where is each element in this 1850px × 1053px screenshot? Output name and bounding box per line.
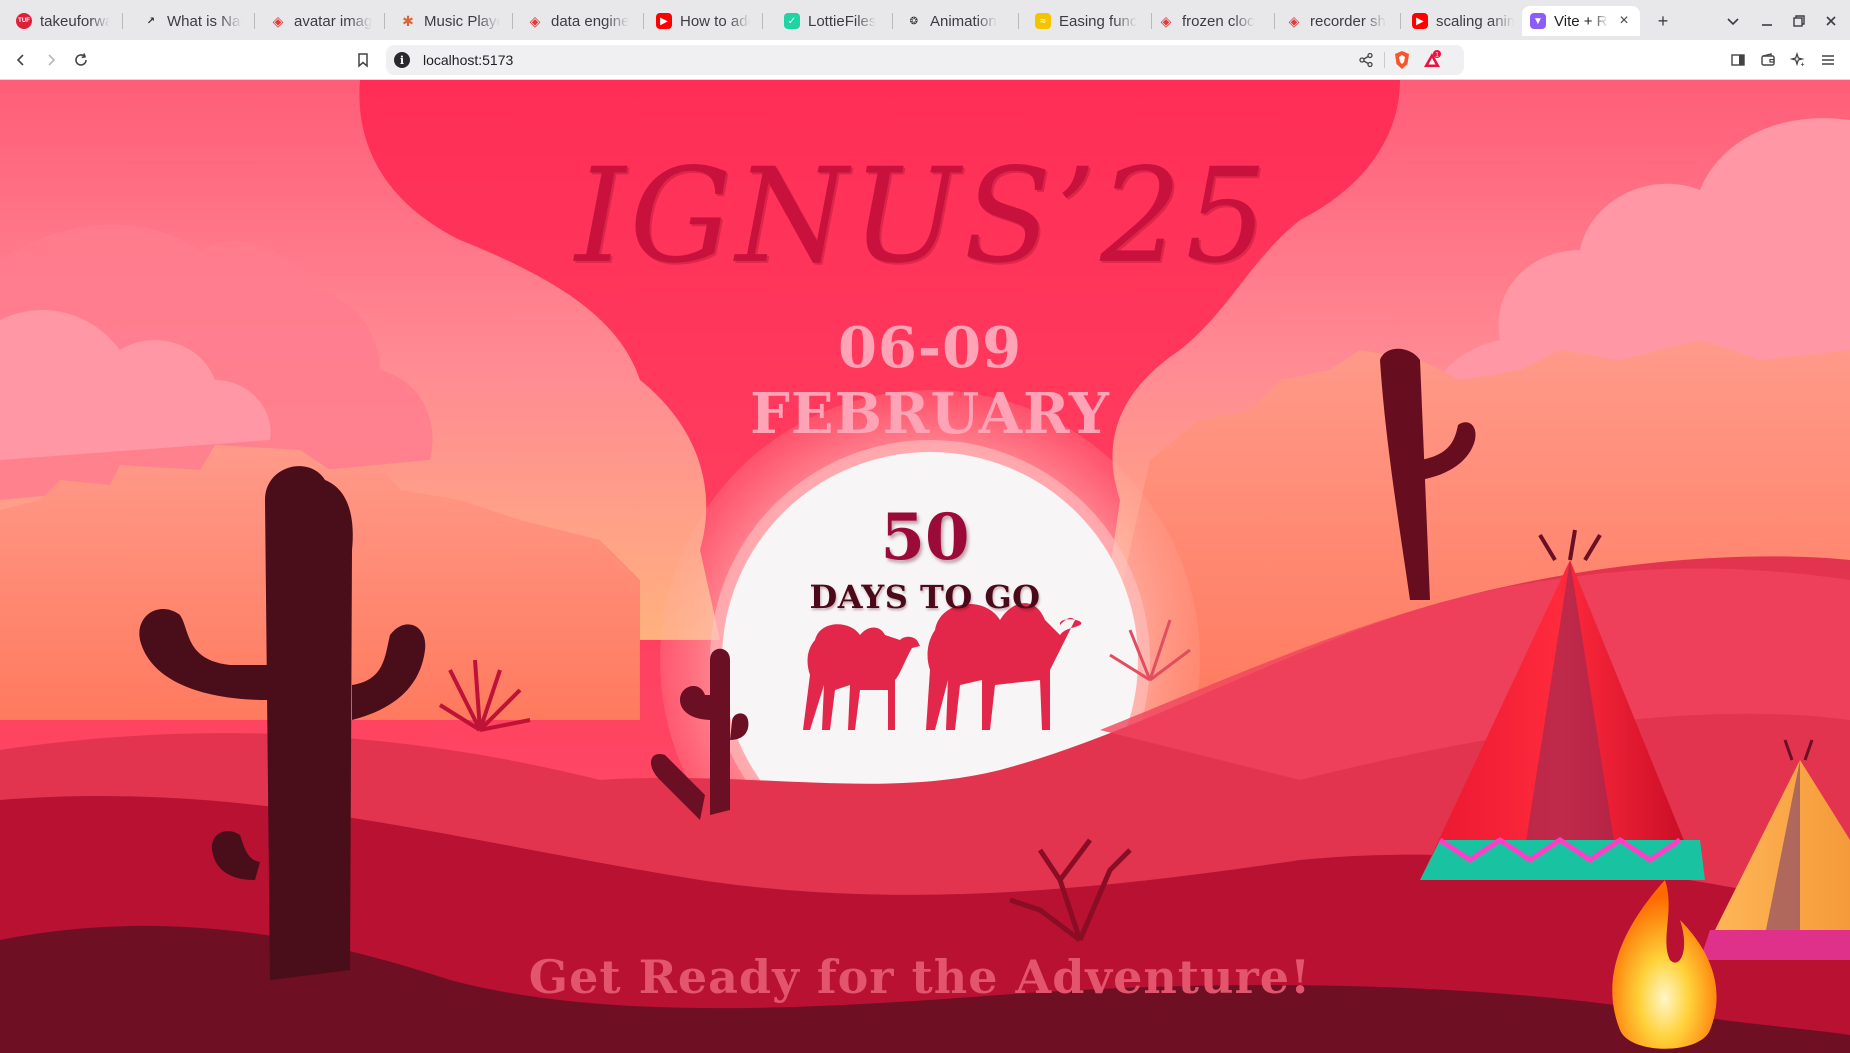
chart-line-icon: ↗ bbox=[146, 15, 156, 27]
brave-shield-icon: ◈ bbox=[529, 12, 541, 29]
tab-10[interactable]: ◈ frozen cloc bbox=[1150, 6, 1270, 36]
tab-8[interactable]: ❂ Animation bbox=[898, 6, 1014, 36]
tab-title: frozen cloc bbox=[1182, 12, 1255, 30]
tab-separator bbox=[762, 13, 763, 29]
address-bar[interactable]: i localhost:5173 1 bbox=[386, 45, 1464, 75]
youtube-icon: ▶ bbox=[656, 13, 672, 29]
tab-4[interactable]: ✱ Music Playe bbox=[392, 6, 508, 36]
sidebar-toggle-button[interactable] bbox=[1725, 48, 1751, 72]
leo-ai-button[interactable] bbox=[1785, 48, 1811, 72]
wallet-button[interactable] bbox=[1755, 48, 1781, 72]
tab-separator bbox=[122, 13, 123, 29]
sidebar-icon bbox=[1731, 54, 1745, 66]
tuf-icon: TUF bbox=[16, 13, 32, 29]
tab-search-chevron-icon[interactable] bbox=[1720, 8, 1746, 34]
tab-9[interactable]: ≈ Easing func bbox=[1027, 6, 1147, 36]
vite-icon: ▼ bbox=[1530, 13, 1546, 29]
tab-2[interactable]: ↗ What is Nat bbox=[135, 6, 250, 36]
new-tab-button[interactable]: + bbox=[1650, 8, 1676, 34]
brave-shield-icon: ◈ bbox=[272, 12, 284, 29]
tab-title: Easing func bbox=[1059, 12, 1138, 30]
tab-11[interactable]: ◈ recorder sh bbox=[1278, 6, 1396, 36]
tab-6[interactable]: ▶ How to add bbox=[648, 6, 758, 36]
tab-separator bbox=[1018, 13, 1019, 29]
brave-shield-icon: ◈ bbox=[1288, 12, 1300, 29]
forward-button[interactable] bbox=[38, 48, 64, 72]
tab-title: avatar imag bbox=[294, 12, 372, 30]
tab-title: scaling anim bbox=[1436, 12, 1514, 30]
wallet-icon bbox=[1761, 53, 1775, 66]
tab-title: How to add bbox=[680, 12, 750, 30]
tab-separator bbox=[892, 13, 893, 29]
lottie-icon: ✓ bbox=[784, 13, 800, 29]
reload-icon bbox=[75, 53, 87, 66]
tab-separator bbox=[643, 13, 644, 29]
tab-title: LottieFiles bbox=[808, 12, 877, 30]
arrow-right-icon bbox=[48, 54, 56, 66]
bookmark-icon bbox=[358, 53, 368, 68]
minimize-button[interactable] bbox=[1754, 8, 1780, 34]
brave-rewards-icon[interactable]: 1 bbox=[1422, 50, 1442, 70]
bookmark-button[interactable] bbox=[350, 48, 376, 72]
browser-toolbar: i localhost:5173 1 bbox=[0, 40, 1850, 80]
new-tab-label: + bbox=[1657, 10, 1669, 31]
tab-title: takeuforwa bbox=[40, 12, 110, 30]
tab-13[interactable]: ▼ Vite + R × bbox=[1522, 6, 1640, 36]
share-icon[interactable] bbox=[1356, 50, 1376, 70]
address-text[interactable]: localhost:5173 bbox=[423, 52, 513, 68]
back-button[interactable] bbox=[8, 48, 34, 72]
hamburger-icon bbox=[1822, 55, 1834, 65]
tab-12[interactable]: ▶ scaling anim bbox=[1404, 6, 1522, 36]
countdown-number: 50 bbox=[880, 500, 970, 575]
asterisk-icon: ✱ bbox=[402, 12, 414, 29]
tab-title: data engine bbox=[551, 12, 630, 30]
rewards-badge-count: 1 bbox=[1435, 52, 1439, 59]
sparkle-icon bbox=[1790, 52, 1805, 67]
tab-title: Music Playe bbox=[424, 12, 500, 30]
brave-shield-icon: ◈ bbox=[1160, 12, 1172, 29]
openai-icon: ❂ bbox=[909, 15, 919, 27]
page-viewport: IGNUS’25 06-09 FEBRUARY 50 DAYS TO GO Ge… bbox=[0, 80, 1850, 1053]
menu-button[interactable] bbox=[1815, 48, 1841, 72]
urlbar-divider bbox=[1384, 52, 1385, 68]
event-dates: 06-09 FEBRUARY bbox=[750, 315, 1110, 447]
tagline: Get Ready for the Adventure! bbox=[528, 950, 1312, 1004]
close-window-button[interactable] bbox=[1818, 8, 1844, 34]
reload-button[interactable] bbox=[68, 48, 94, 72]
tab-1[interactable]: TUF takeuforwa bbox=[8, 6, 118, 36]
countdown-label: DAYS TO GO bbox=[809, 578, 1041, 616]
arrow-left-icon bbox=[16, 54, 24, 66]
page-title: IGNUS’25 bbox=[575, 140, 1271, 293]
youtube-icon: ▶ bbox=[1412, 13, 1428, 29]
tab-separator bbox=[1400, 13, 1401, 29]
tab-separator bbox=[1274, 13, 1275, 29]
restore-button[interactable] bbox=[1786, 8, 1812, 34]
close-tab-icon[interactable]: × bbox=[1616, 12, 1632, 30]
tab-separator bbox=[512, 13, 513, 29]
tab-title: What is Nat bbox=[167, 12, 242, 30]
tab-title: Animation bbox=[930, 12, 997, 30]
tab-3[interactable]: ◈ avatar imag bbox=[262, 6, 380, 36]
tab-separator bbox=[384, 13, 385, 29]
tab-strip: TUF takeuforwa ↗ What is Nat ◈ avatar imag ✱ Mu… bbox=[0, 0, 1850, 40]
easings-icon: ≈ bbox=[1035, 13, 1051, 29]
tab-7[interactable]: ✓ LottieFiles bbox=[776, 6, 888, 36]
tab-5[interactable]: ◈ data engine bbox=[519, 6, 639, 36]
tab-title: Vite + R bbox=[1554, 12, 1608, 30]
tab-title: recorder sh bbox=[1310, 12, 1386, 30]
tab-separator bbox=[254, 13, 255, 29]
site-info-icon[interactable]: i bbox=[394, 52, 410, 68]
brave-shields-icon[interactable] bbox=[1392, 50, 1412, 70]
